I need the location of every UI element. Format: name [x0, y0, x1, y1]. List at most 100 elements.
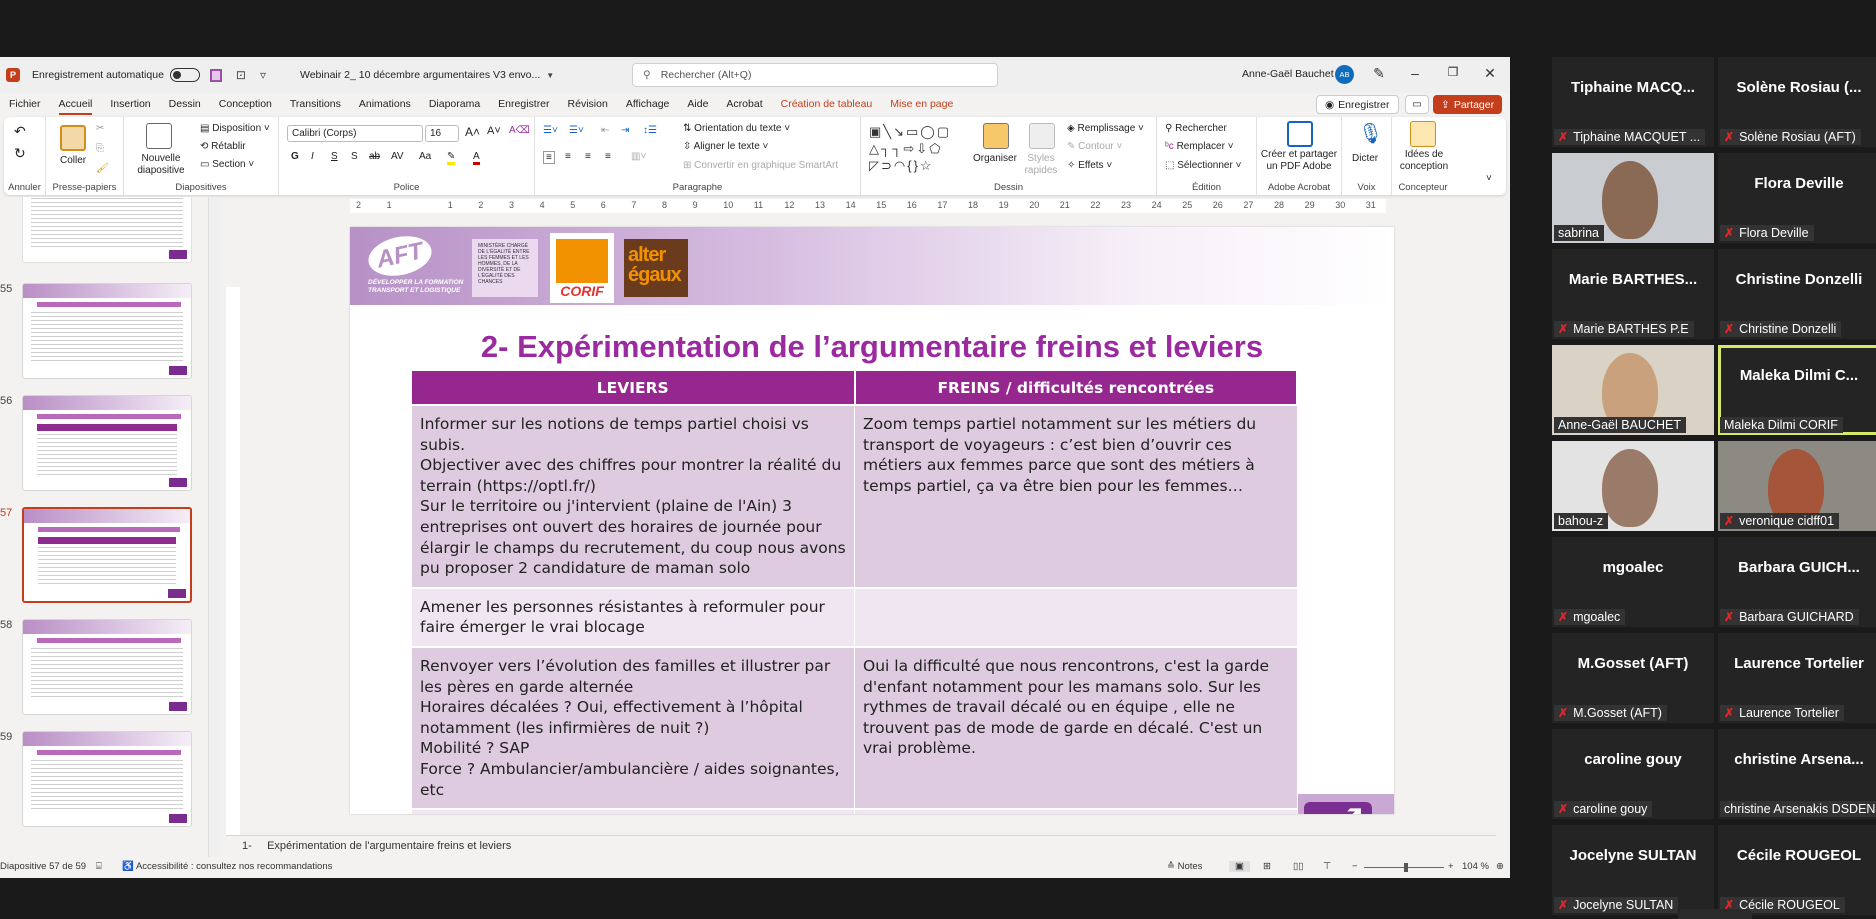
participant-tile[interactable]: Laurence Tortelier ✗ Laurence Tortelier [1718, 633, 1876, 723]
restore-button[interactable]: ❐ [1443, 65, 1463, 79]
tab-dessin[interactable]: Dessin [160, 93, 210, 115]
table-cell[interactable] [854, 586, 1298, 647]
clear-format-icon[interactable]: A⌫ [509, 125, 530, 136]
table-cell[interactable] [854, 808, 1298, 814]
text-direction-button[interactable]: ⇅ Orientation du texte ˅ [683, 123, 790, 134]
paste-icon[interactable] [60, 125, 86, 151]
font-color-icon[interactable]: A [473, 151, 480, 165]
scroll-down-button[interactable] [1678, 909, 1752, 919]
participant-tile[interactable]: Christine Donzelli ✗ Christine Donzelli [1718, 249, 1876, 339]
slideshow-icon[interactable]: ⊤ [1323, 861, 1331, 872]
strikethrough-button[interactable]: ab [369, 151, 380, 162]
participant-tile[interactable]: Flora Deville ✗ Flora Deville [1718, 153, 1876, 243]
tab-conception[interactable]: Conception [210, 93, 281, 115]
grow-font-icon[interactable]: A˄ [465, 125, 480, 139]
table-cell[interactable]: Informer sur les notions de temps partie… [412, 404, 855, 588]
participant-tile[interactable]: bahou-z [1552, 441, 1714, 531]
fit-to-window-icon[interactable]: ⊕ [1496, 861, 1504, 872]
tab-insertion[interactable]: Insertion [101, 93, 159, 115]
reset-button[interactable]: ⟲ Rétablir [200, 141, 246, 152]
create-pdf-button[interactable]: Créer et partager un PDF Adobe [1259, 149, 1339, 173]
quick-styles-button[interactable]: Styles rapides [1021, 153, 1061, 177]
reading-view-icon[interactable]: ▯▯ [1293, 861, 1303, 872]
zoom-level[interactable]: 104 % [1462, 861, 1489, 872]
smartart-button[interactable]: ⊞ Convertir en graphique SmartArt [683, 160, 838, 171]
change-case-button[interactable]: Aa [419, 151, 431, 162]
align-left-icon[interactable]: ≡ [543, 151, 555, 164]
spellcheck-icon[interactable]: ⌸ [96, 861, 102, 872]
comments-button[interactable]: ▭ [1405, 95, 1429, 114]
microphone-icon[interactable]: 🎙 [1358, 121, 1383, 146]
thumbnail-57[interactable] [22, 507, 192, 603]
accessibility-status[interactable]: ♿ Accessibilité : consultez nos recomman… [122, 861, 332, 872]
tab-accueil[interactable]: Accueil [50, 93, 102, 115]
close-button[interactable]: ✕ [1480, 65, 1500, 82]
autosave-toggle[interactable] [169, 68, 200, 82]
thumbnail-56[interactable] [22, 395, 192, 491]
arrange-icon[interactable] [983, 123, 1009, 149]
numbering-icon[interactable]: ☰˅ [569, 125, 584, 136]
underline-button[interactable]: S [331, 151, 338, 162]
format-painter-icon[interactable]: 🖌 [96, 163, 109, 174]
tab-revision[interactable]: Révision [559, 93, 617, 115]
outline-button[interactable]: ✎ Contour ˅ [1067, 141, 1122, 152]
table-cell[interactable]: Renvoyer vers l’évolution des familles e… [412, 645, 855, 810]
thumbnail-59[interactable] [22, 731, 192, 827]
thumbnail-58[interactable] [22, 619, 192, 715]
designer-button[interactable]: Idées de conception [1396, 149, 1452, 173]
highlight-icon[interactable]: ✎ [447, 151, 456, 165]
justify-icon[interactable]: ≡ [605, 151, 611, 162]
new-slide-icon[interactable] [146, 123, 172, 149]
new-slide-button[interactable]: Nouvelle diapositive [130, 153, 192, 177]
font-name-select[interactable]: Calibri (Corps) [287, 125, 423, 142]
notes-button[interactable]: ≙ Notes [1167, 861, 1202, 872]
participant-tile[interactable]: Maleka Dilmi C... Maleka Dilmi CORIF [1718, 345, 1876, 435]
collapse-ribbon-icon[interactable]: ˅ [1486, 173, 1492, 184]
redo-icon[interactable]: ↻ [14, 145, 26, 162]
table-header-freins[interactable]: FREINS / difficultés rencontrées [854, 371, 1298, 405]
create-pdf-icon[interactable] [1287, 121, 1313, 147]
table-cell[interactable]: Zoom temps partiel notamment sur les mét… [854, 404, 1298, 588]
levers-brakes-table[interactable]: LEVIERS FREINS / difficultés rencontrées… [412, 371, 1298, 814]
slide-sorter-icon[interactable]: ⊞ [1263, 861, 1271, 872]
increase-indent-icon[interactable]: ⇥ [621, 125, 629, 136]
avatar[interactable]: AB [1335, 65, 1354, 84]
share-button[interactable]: ⇪ Partager [1433, 95, 1503, 114]
section-button[interactable]: ▭ Section ˅ [200, 159, 254, 170]
zoom-in-button[interactable]: + [1448, 861, 1454, 872]
table-cell[interactable]: Amener les personnes résistantes à refor… [412, 586, 855, 647]
char-spacing-button[interactable]: AV [391, 151, 404, 162]
shapes-gallery[interactable]: ▣╲↘▭◯▢ △┐┐⇨⇩⬠ ◸⊃◠{}☆ [869, 123, 969, 175]
table-header-leviers[interactable]: LEVIERS [412, 371, 856, 405]
participant-tile[interactable]: mgoalec ✗ mgoalec [1552, 537, 1714, 627]
chevron-down-icon[interactable]: ▼ [546, 71, 554, 80]
pen-icon[interactable]: ✎ [1369, 65, 1389, 82]
participant-tile[interactable]: Barbara GUICH... ✗ Barbara GUICHARD [1718, 537, 1876, 627]
participant-tile[interactable]: Jocelyne SULTAN ✗ Jocelyne SULTAN [1552, 825, 1714, 915]
participant-tile[interactable]: sabrina [1552, 153, 1714, 243]
designer-icon[interactable] [1410, 121, 1436, 147]
tab-affichage[interactable]: Affichage [617, 93, 679, 115]
participant-tile[interactable]: Tiphaine MACQ... ✗ Tiphaine MACQUET ... [1552, 57, 1714, 147]
table-cell[interactable]: Oui la difficulté que nous rencontrons, … [854, 645, 1298, 810]
participant-tile[interactable]: Solène Rosiau (... ✗ Solène Rosiau (AFT) [1718, 57, 1876, 147]
zoom-slider[interactable] [1364, 863, 1444, 872]
tab-animations[interactable]: Animations [350, 93, 420, 115]
replace-button[interactable]: ᵇc Remplacer ˅ [1165, 141, 1234, 152]
tab-mise-en-page[interactable]: Mise en page [881, 93, 962, 115]
undo-icon[interactable]: ↶ [14, 123, 26, 140]
dictate-button[interactable]: Dicter [1352, 153, 1378, 164]
arrange-button[interactable]: Organiser [973, 153, 1017, 164]
zoom-out-button[interactable]: − [1352, 861, 1358, 872]
participant-tile[interactable]: caroline gouy ✗ caroline gouy [1552, 729, 1714, 819]
bullets-icon[interactable]: ☰˅ [543, 125, 558, 136]
align-text-button[interactable]: ⇳ Aligner le texte ˅ [683, 141, 768, 152]
save-icon[interactable] [209, 68, 222, 82]
bold-button[interactable]: G [291, 151, 299, 162]
minimize-button[interactable]: – [1405, 65, 1425, 81]
tab-creation-tableau[interactable]: Création de tableau [772, 93, 882, 115]
thumbnail-55[interactable] [22, 283, 192, 379]
align-right-icon[interactable]: ≡ [585, 151, 591, 162]
normal-view-icon[interactable]: ▣ [1229, 861, 1250, 872]
participant-tile[interactable]: Cécile ROUGEOL ✗ Cécile ROUGEOL [1718, 825, 1876, 915]
